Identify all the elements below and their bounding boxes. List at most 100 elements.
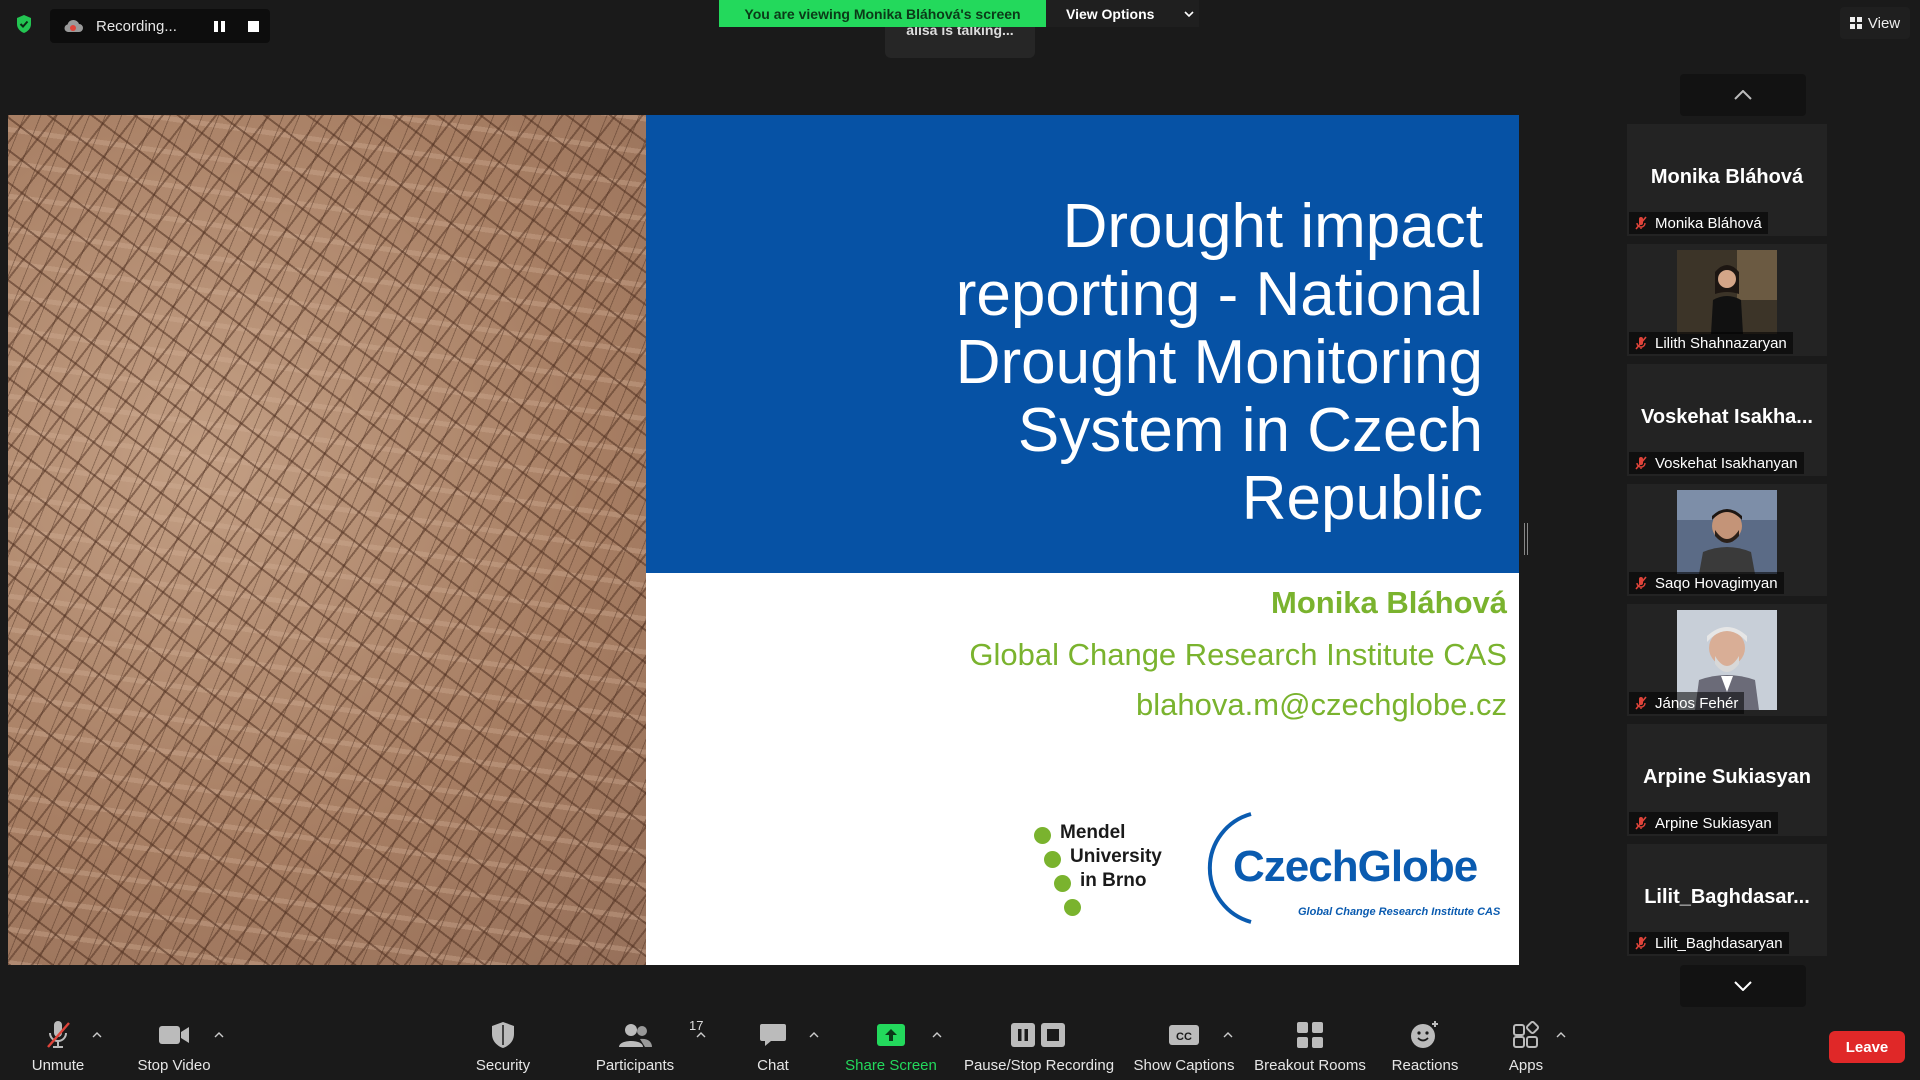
reactions-button[interactable]: Reactions [1385, 1018, 1465, 1078]
muted-mic-icon [1635, 216, 1647, 230]
participant-tile[interactable]: Voskehat Isakha... Voskehat Isakhanyan [1627, 364, 1827, 476]
participant-tile[interactable]: János Fehér [1627, 604, 1827, 716]
participant-tile-name: Arpine Sukiasyan [1643, 766, 1811, 788]
breakout-rooms-button[interactable]: Breakout Rooms [1250, 1018, 1370, 1078]
participant-tile[interactable]: Arpine Sukiasyan Arpine Sukiasyan [1627, 724, 1827, 836]
chevron-up-icon [214, 1032, 224, 1038]
apps-options-caret[interactable] [1554, 1028, 1568, 1042]
participant-video [1677, 490, 1777, 574]
participant-name-label: Lilit_Baghdasaryan [1629, 932, 1789, 954]
audio-options-caret[interactable] [90, 1028, 104, 1042]
chevron-up-icon [932, 1032, 942, 1038]
muted-mic-icon [1635, 816, 1647, 830]
muted-mic-icon [1635, 936, 1647, 950]
view-button-label: View [1867, 14, 1901, 32]
participant-video [1677, 610, 1777, 710]
recording-label: Recording... [96, 17, 177, 35]
stop-recording-button[interactable] [236, 9, 270, 43]
reactions-smiley-icon [1410, 1018, 1440, 1052]
svg-text:CC: CC [1176, 1031, 1192, 1043]
encryption-shield-icon[interactable] [12, 12, 36, 36]
pause-recording-button[interactable] [202, 9, 236, 43]
participant-name-label: János Fehér [1629, 692, 1745, 714]
participant-tile-name: Voskehat Isakha... [1641, 406, 1813, 428]
muted-mic-icon [1635, 456, 1647, 470]
slide-title-line: Republic [1241, 464, 1483, 533]
stop-video-button[interactable]: Stop Video [130, 1018, 218, 1078]
breakout-rooms-icon [1296, 1018, 1324, 1052]
participant-tile[interactable]: Monika Bláhová Monika Bláhová [1627, 124, 1827, 236]
chevron-up-icon [1734, 90, 1752, 100]
participants-scroll-down-button[interactable] [1680, 965, 1806, 1007]
slide-title-line: reporting - National [955, 260, 1483, 329]
stop-icon [247, 20, 259, 32]
security-button[interactable]: Security [465, 1018, 541, 1078]
participant-name-label: Saqo Hovagimyan [1629, 572, 1784, 594]
slide-title-line: Drought Monitoring [955, 328, 1483, 397]
slide-title-line: Drought impact [1062, 192, 1483, 261]
zoom-meeting-window: Recording... alisa is talking... You are… [0, 0, 1920, 1080]
pause-stop-recording-button[interactable]: Pause/Stop Recording [960, 1018, 1118, 1078]
muted-mic-icon [1635, 696, 1647, 710]
apps-button[interactable]: Apps [1496, 1018, 1556, 1078]
muted-mic-icon [1635, 576, 1647, 590]
view-options-dropdown[interactable]: View Options [1046, 0, 1199, 27]
unmute-button[interactable]: Unmute [18, 1018, 98, 1078]
participants-button[interactable]: 17 Participants [585, 1018, 704, 1078]
chevron-up-icon [1556, 1032, 1566, 1038]
participants-icon: 17 [618, 1018, 703, 1052]
participant-tile-name: Lilit_Baghdasar... [1644, 886, 1810, 908]
captions-options-caret[interactable] [1221, 1028, 1235, 1042]
chevron-down-icon [1184, 10, 1195, 17]
pause-stop-recording-icon [1009, 1018, 1069, 1052]
cloud-recording-icon [62, 18, 84, 34]
leave-meeting-button[interactable]: Leave [1829, 1031, 1905, 1063]
participant-tile[interactable]: Lilith Shahnazaryan [1627, 244, 1827, 356]
slide-institute: Global Change Research Institute CAS [969, 637, 1507, 672]
slide-author: Monika Bláhová [1271, 585, 1507, 620]
participant-tile[interactable]: Saqo Hovagimyan [1627, 484, 1827, 596]
chat-bubble-icon [759, 1018, 787, 1052]
view-options-label: View Options [1066, 5, 1155, 22]
participant-name-label: Lilith Shahnazaryan [1629, 332, 1793, 354]
share-screen-icon [875, 1018, 907, 1052]
participant-tile[interactable]: Lilit_Baghdasar... Lilit_Baghdasaryan [1627, 844, 1827, 956]
shared-screen-slide: Drought impact reporting - National Drou… [8, 115, 1519, 965]
muted-mic-icon [1635, 336, 1647, 350]
panel-resize-handle[interactable] [1524, 523, 1528, 555]
captions-icon: CC [1168, 1018, 1200, 1052]
muted-microphone-icon [43, 1018, 73, 1052]
slide-title: Drought impact reporting - National Drou… [663, 193, 1483, 533]
apps-icon [1512, 1018, 1540, 1052]
security-shield-icon [490, 1018, 516, 1052]
czechglobe-logo: CzechGlobe Global Change Research Instit… [1193, 808, 1503, 928]
chevron-up-icon [696, 1032, 706, 1038]
chevron-up-icon [1223, 1032, 1233, 1038]
cracked-soil-photo [8, 115, 646, 965]
participants-scroll-up-button[interactable] [1680, 74, 1806, 116]
mendel-university-logo: Mendel University in Brno [1018, 822, 1178, 935]
slide-title-line: System in Czech [1017, 396, 1483, 465]
participant-name-label: Monika Bláhová [1629, 212, 1768, 234]
video-options-caret[interactable] [212, 1028, 226, 1042]
chevron-down-icon [1734, 981, 1752, 991]
pause-icon [213, 20, 225, 32]
participant-video [1677, 250, 1777, 334]
chevron-up-icon [92, 1032, 102, 1038]
chevron-up-icon [809, 1032, 819, 1038]
show-captions-button[interactable]: CC Show Captions [1133, 1018, 1235, 1078]
chat-options-caret[interactable] [807, 1028, 821, 1042]
slide-title-panel: Drought impact reporting - National Drou… [646, 115, 1519, 573]
share-screen-button[interactable]: Share Screen [840, 1018, 942, 1078]
share-options-caret[interactable] [930, 1028, 944, 1042]
video-camera-icon [158, 1018, 190, 1052]
participant-name-label: Arpine Sukiasyan [1629, 812, 1778, 834]
slide-email: blahova.m@czechglobe.cz [1136, 687, 1507, 722]
participant-tile-name: Monika Bláhová [1650, 166, 1804, 188]
participants-options-caret[interactable] [694, 1028, 708, 1042]
recording-indicator: Recording... [50, 9, 270, 43]
chat-button[interactable]: Chat [743, 1018, 803, 1078]
layout-grid-icon [1849, 17, 1862, 29]
view-layout-button[interactable]: View [1840, 7, 1910, 39]
viewing-screen-banner: You are viewing Monika Bláhová's screen [719, 0, 1046, 27]
